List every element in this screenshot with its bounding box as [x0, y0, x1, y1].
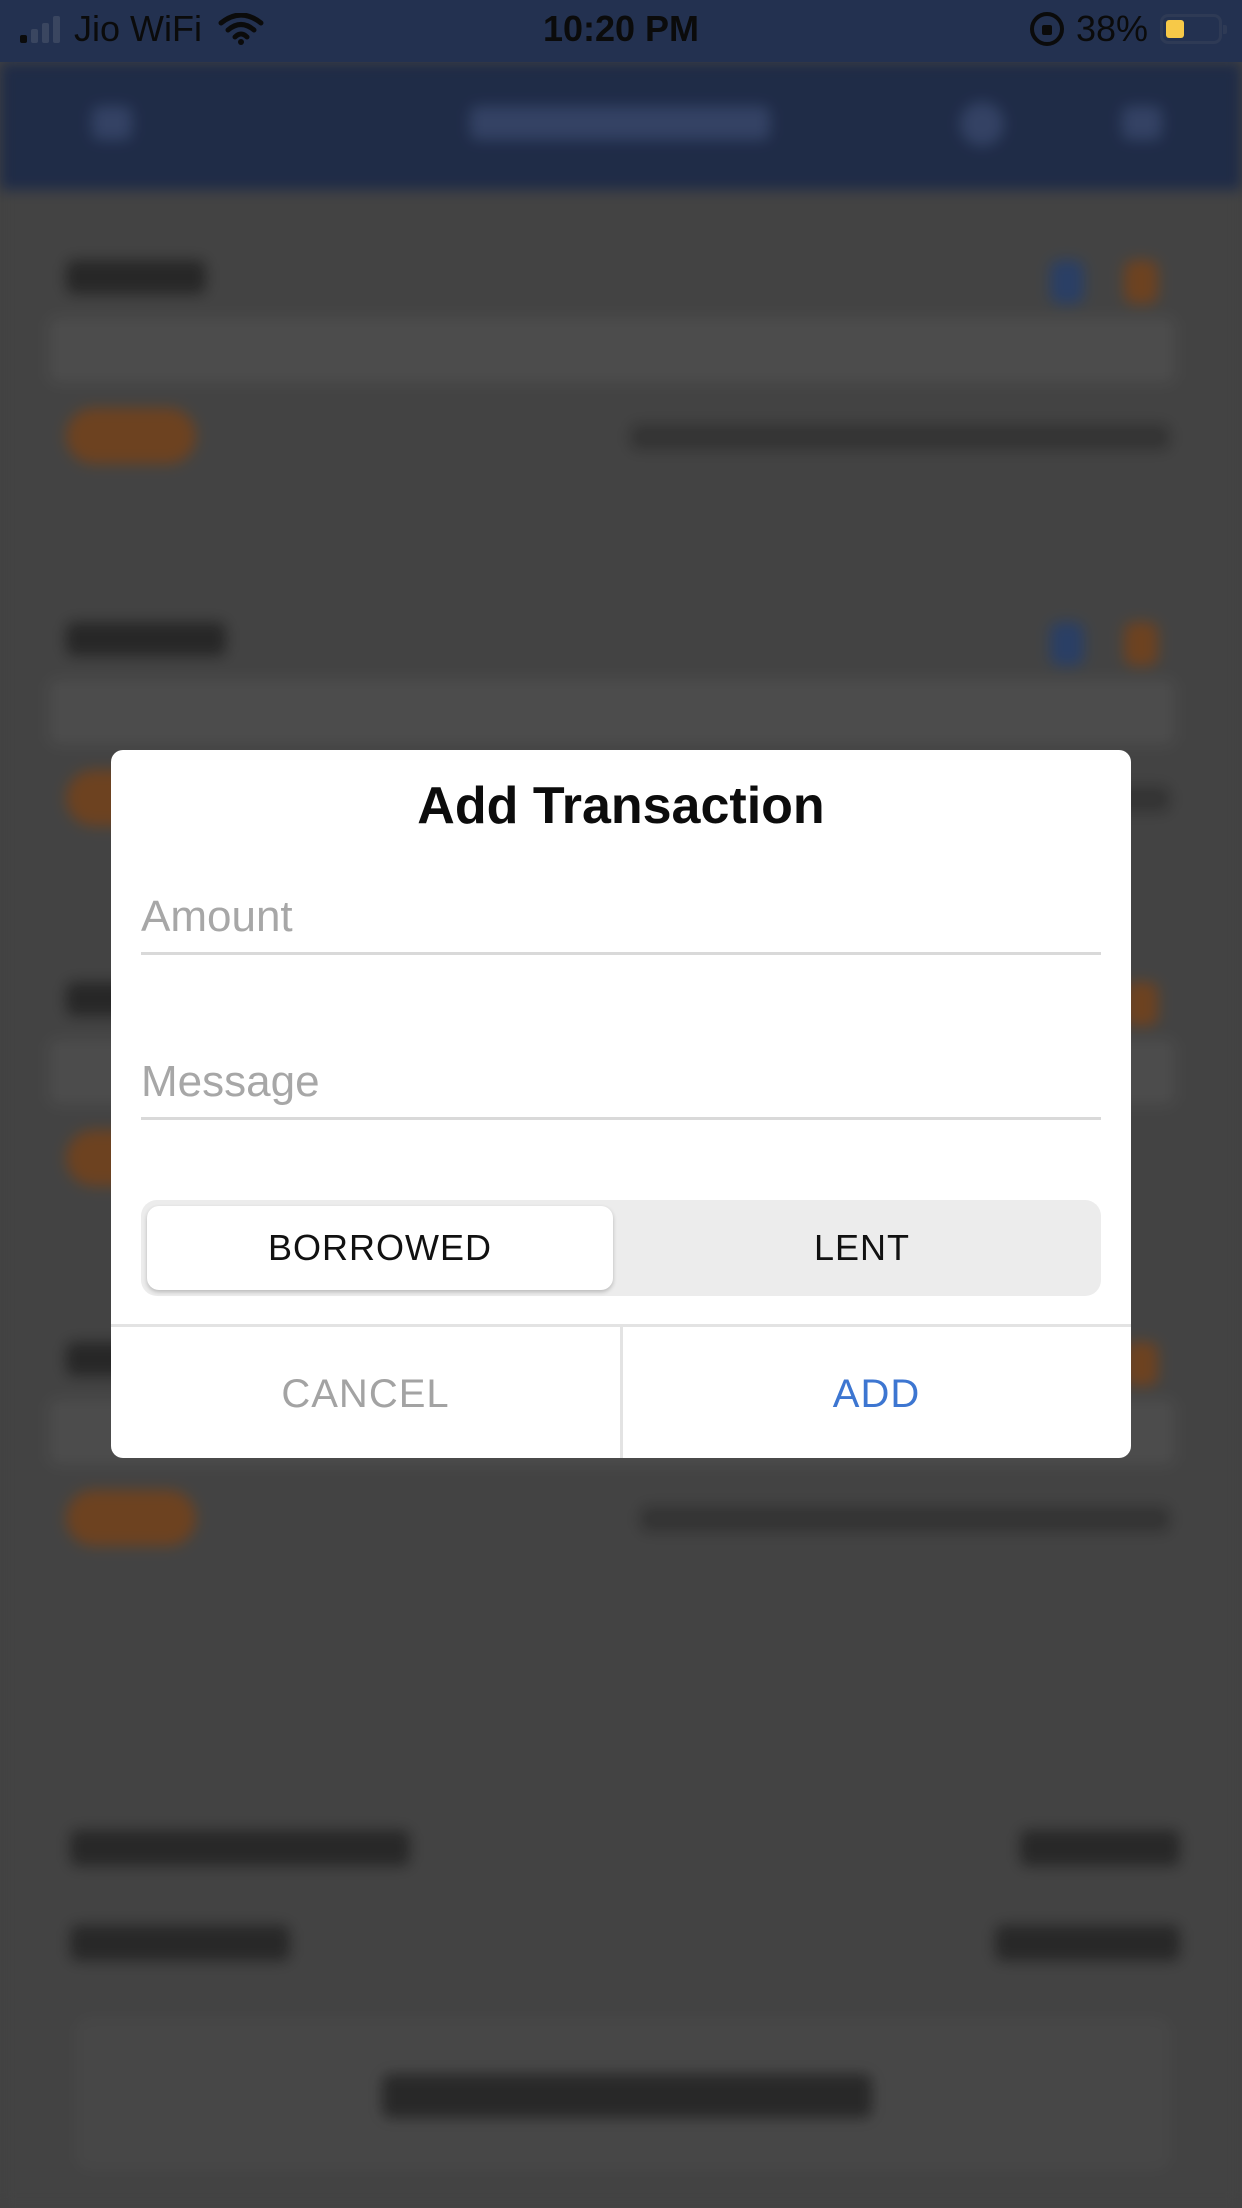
battery-icon	[1160, 14, 1227, 44]
amount-field-container	[141, 882, 1101, 955]
battery-percent: 38%	[1075, 8, 1148, 49]
dialog-title: Add Transaction	[417, 777, 825, 835]
status-bar: Jio WiFi 10:20 PM 38%	[0, 0, 1242, 62]
segment-borrowed[interactable]: BORROWED	[147, 1206, 613, 1290]
amount-input[interactable]	[141, 882, 1101, 952]
dialog-actions: CANCEL ADD	[111, 1324, 1131, 1458]
cancel-button[interactable]: CANCEL	[111, 1327, 623, 1458]
message-input[interactable]	[141, 1047, 1101, 1117]
type-segmented-control: BORROWED LENT	[141, 1200, 1101, 1296]
add-button[interactable]: ADD	[622, 1327, 1131, 1458]
message-field-container	[141, 1047, 1101, 1120]
segment-lent[interactable]: LENT	[629, 1206, 1095, 1290]
add-transaction-dialog: Add Transaction BORROWED LENT CANCEL ADD	[111, 750, 1131, 1458]
orientation-lock-icon	[1029, 12, 1064, 46]
